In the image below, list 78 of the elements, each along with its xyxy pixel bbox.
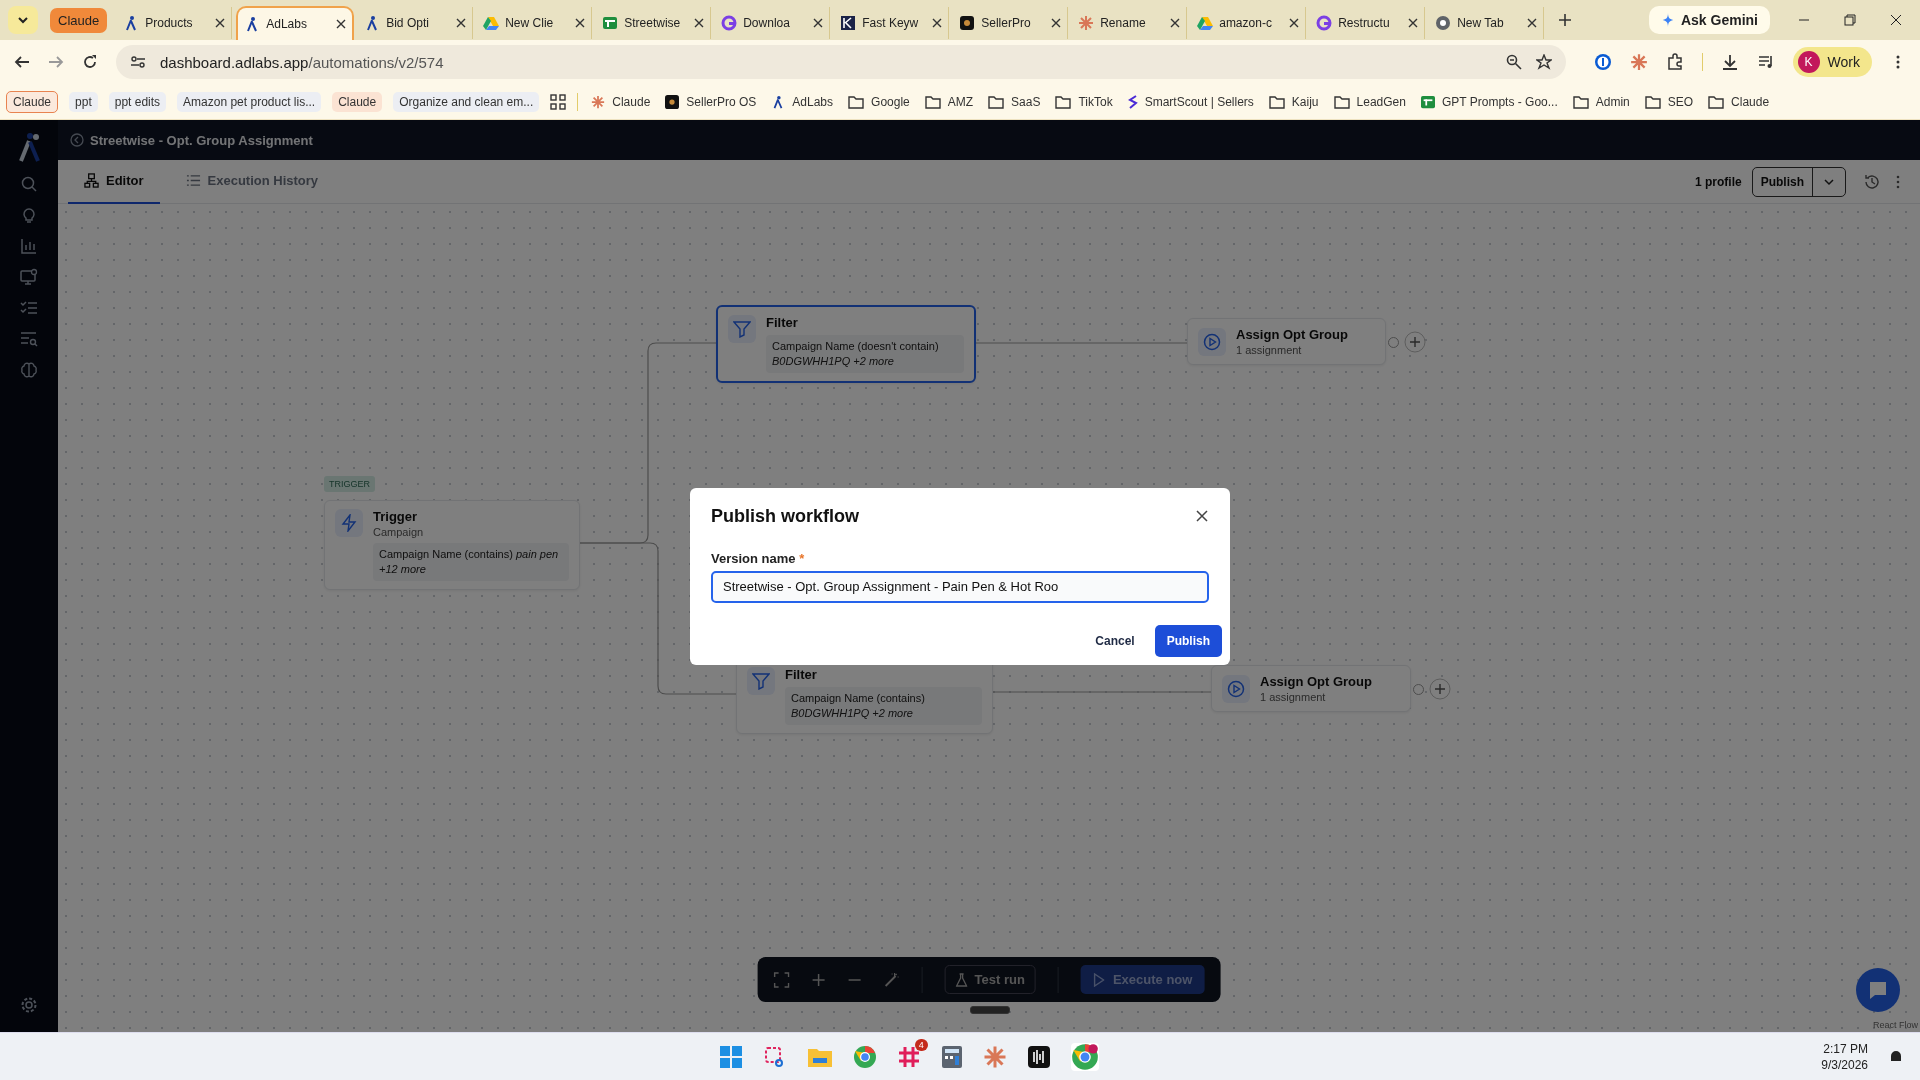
tab-title: Fast Keyw [862, 16, 920, 30]
publish-button[interactable]: Publish [1154, 624, 1222, 657]
browser-tab[interactable]: AdLabs [236, 6, 355, 40]
tab-title: Rename [1100, 16, 1147, 30]
browser-tab[interactable]: Bid Opti [358, 7, 474, 39]
version-name-field[interactable]: Streetwise - Opt. Group Assignment - Pain Pen & Hot Roo [711, 570, 1209, 603]
bookmark-chip[interactable]: ppt edits [108, 91, 167, 112]
browser-tab[interactable]: Restructu [1310, 7, 1426, 39]
node-subtitle: 1 assignment [1260, 691, 1327, 703]
bookmark[interactable]: Admin [1570, 94, 1632, 109]
bookmark[interactable]: GPT Prompts - Goo... [1418, 94, 1560, 109]
tab-title: Restructu [1338, 16, 1391, 30]
condition-summary: Campaign Name (doesn't contain) B0DGWHH1PQ +2 more [766, 335, 964, 373]
browser-tab[interactable]: Rename [1072, 7, 1188, 39]
node-subtitle: 1 assignment [1236, 344, 1303, 356]
browser-tab[interactable]: Fast Keyw [834, 7, 950, 39]
browser-tab[interactable]: SellerPro [953, 7, 1069, 39]
ask-gemini-button[interactable]: Ask Gemini [1648, 6, 1770, 34]
address-bar[interactable]: dashboard.adlabs.app/automations/v2/574 [116, 45, 1566, 79]
node-title: Assign Opt Group [1260, 674, 1373, 689]
tab-title: Bid Opti [386, 16, 430, 30]
workflow-title: Streetwise - Opt. Group Assignment [90, 132, 313, 148]
bookmark[interactable]: SellerPro OS [663, 94, 759, 109]
profile-button[interactable]: K Work [1792, 47, 1872, 77]
bookmark-chip[interactable]: Claude [332, 91, 383, 112]
browser-tab[interactable]: New Clie [477, 7, 593, 39]
browser-tab[interactable]: Streetwise [596, 7, 712, 39]
workflow-node[interactable]: Assign Opt Group 1 assignment [1187, 318, 1386, 365]
bookmark[interactable]: SmartScout | Sellers [1125, 94, 1256, 109]
bookmark[interactable]: SEO [1642, 94, 1696, 109]
tab-title: SellerPro [981, 16, 1032, 30]
clock-date: 9/3/2026 [1821, 1057, 1868, 1072]
attribution-text: React Flow [1873, 1020, 1918, 1030]
tab-group-label[interactable]: Claude [50, 7, 108, 33]
url-text: dashboard.adlabs.app/automations/v2/574 [160, 53, 444, 71]
tab-title: New Tab [1457, 16, 1505, 30]
field-label: Version name * [711, 550, 805, 566]
node-subtitle: Campaign [373, 526, 425, 538]
bookmark[interactable]: Claude [589, 94, 653, 109]
bookmark-chip[interactable]: ppt [69, 91, 98, 112]
bookmark[interactable]: SaaS [986, 94, 1043, 109]
trigger-tag: TRIGGER [324, 476, 375, 492]
node-title: Filter [766, 315, 799, 330]
tab-title: Downloa [743, 16, 791, 30]
bookmark[interactable]: TikTok [1053, 94, 1115, 109]
browser-tab[interactable]: New Tab [1429, 7, 1545, 39]
avatar: K [1797, 51, 1820, 73]
bookmark-chip[interactable]: Claude [6, 90, 59, 113]
bookmark[interactable]: AdLabs [769, 94, 836, 109]
tab-title: Products [145, 16, 194, 30]
bookmark[interactable]: Google [846, 94, 912, 109]
node-title: Trigger [373, 509, 419, 524]
publish-split-button[interactable]: Publish [1751, 166, 1846, 197]
profile-count: 1 profile [1694, 174, 1742, 189]
browser-tab[interactable]: Products [117, 7, 233, 39]
workflow-node[interactable]: Assign Opt Group 1 assignment [1211, 665, 1411, 712]
clock-time: 2:17 PM [1823, 1041, 1868, 1056]
bookmark[interactable]: AMZ [922, 94, 976, 109]
bookmark-chip[interactable]: Organize and clean em... [393, 91, 540, 112]
tab-title: amazon-c [1219, 16, 1273, 30]
tab-title: New Clie [505, 16, 555, 30]
tab-title: AdLabs [266, 17, 308, 31]
node-title: Assign Opt Group [1236, 327, 1349, 342]
workflow-node[interactable]: Filter Campaign Name (doesn't contain) B0DGWHH1PQ +2 more [716, 305, 976, 383]
cancel-button[interactable]: Cancel [1091, 625, 1139, 656]
workflow-node[interactable]: Trigger Campaign Campaign Name (contains) pain pen +12 more [324, 500, 580, 590]
browser-tab[interactable]: amazon-c [1191, 7, 1307, 39]
condition-summary: Campaign Name (contains) pain pen +12 more [373, 543, 569, 581]
bookmark[interactable]: Claude [1706, 94, 1772, 109]
condition-summary: Campaign Name (contains) B0DGWHH1PQ +2 more [785, 687, 982, 725]
browser-tab[interactable]: Downloa [715, 7, 831, 39]
bookmark[interactable]: Kaiju [1266, 94, 1321, 109]
tab-title: Streetwise [624, 16, 682, 30]
bookmark-chip[interactable]: Amazon pet product lis... [177, 91, 322, 112]
dialog-title: Publish workflow [711, 505, 859, 527]
notification-badge: 4 [914, 1038, 928, 1051]
node-title: Filter [785, 667, 818, 682]
bookmark[interactable]: LeadGen [1331, 94, 1408, 109]
